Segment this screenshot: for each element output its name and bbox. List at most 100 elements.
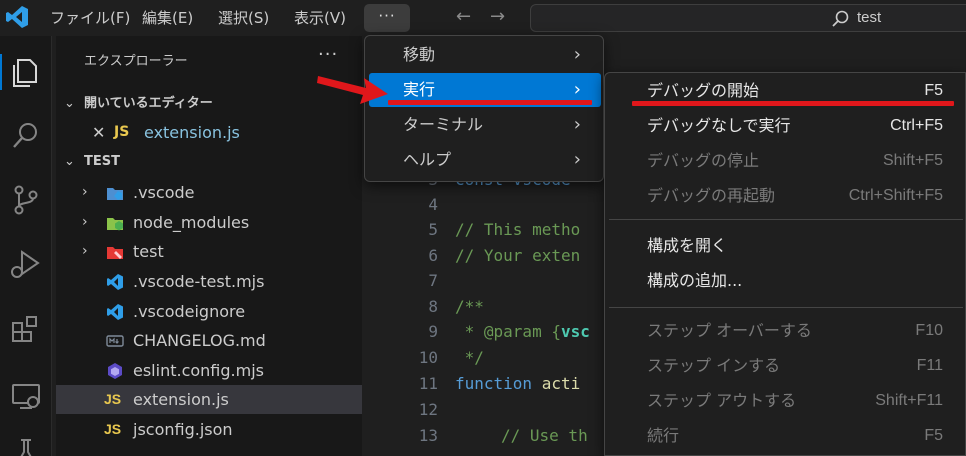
menu-item-label: 続行 (647, 426, 680, 445)
menu-item-label: デバッグの再起動 (647, 186, 776, 205)
line-number: 11 (418, 374, 438, 393)
close-icon[interactable]: ✕ (92, 118, 105, 147)
menu-item-label: ヘルプ (403, 150, 452, 169)
command-center-search[interactable]: test (530, 4, 966, 32)
menu-separator (609, 307, 963, 308)
open-editor-filename: extension.js (144, 123, 240, 142)
chevron-right-icon: › (573, 149, 581, 170)
explorer-icon[interactable] (8, 54, 44, 90)
menu-item-help[interactable]: ヘルプ › (369, 143, 601, 177)
tree-item-label: test (133, 242, 164, 261)
menu-item-run-without-debugging[interactable]: デバッグなしで実行 Ctrl+F5 (609, 109, 959, 143)
menu-item-label: 移動 (403, 45, 436, 64)
annotation-arrow-icon (317, 76, 388, 104)
chevron-down-icon: ⌄ (64, 154, 75, 169)
tree-item-vscode-folder[interactable]: › .vscode (56, 178, 362, 207)
tree-item-label: eslint.config.mjs (133, 361, 264, 380)
menu-selection[interactable]: 選択(S) (212, 6, 275, 30)
shortcut-key: Shift+F5 (882, 152, 943, 169)
menu-item-label: ステップ インする (647, 356, 781, 375)
node-folder-icon (107, 218, 123, 231)
workspace-label: TEST (84, 154, 120, 169)
menu-item-open-configurations[interactable]: 構成を開く (609, 229, 959, 263)
menu-item-continue: 続行 F5 (609, 419, 959, 453)
line-number: 10 (418, 348, 438, 367)
tree-item-eslint-config[interactable]: eslint.config.mjs (56, 356, 362, 385)
keyword: function (455, 374, 542, 393)
source-control-icon[interactable] (8, 182, 44, 218)
tree-item-label: node_modules (133, 213, 250, 232)
menu-item-terminal[interactable]: ターミナル › (369, 108, 601, 142)
code-line: // Your exten (455, 246, 581, 265)
line-number: 5 (428, 220, 438, 239)
line-number: 4 (428, 195, 438, 214)
eslint-file-icon (108, 363, 122, 379)
sidebar-more-button[interactable]: ··· (318, 44, 338, 65)
workspace-header[interactable]: ⌄ TEST (56, 149, 362, 175)
annotation-underline (388, 100, 592, 105)
menu-edit[interactable]: 編集(E) (136, 6, 199, 30)
menu-view[interactable]: 表示(V) (288, 6, 352, 30)
shortcut-key: Ctrl+Shift+F5 (848, 187, 943, 204)
active-indicator (0, 54, 2, 90)
chevron-down-icon: ⌄ (64, 96, 75, 111)
code-line: * @param {vsc (455, 322, 590, 341)
menu-item-label: ステップ オーバーする (647, 321, 812, 340)
chevron-right-icon: › (82, 214, 88, 230)
menu-file[interactable]: ファイル(F) (44, 6, 136, 30)
function-name: acti (541, 374, 581, 393)
code-line: // Use th (501, 426, 588, 445)
code-line: */ (455, 348, 484, 367)
testing-icon[interactable] (8, 436, 44, 456)
menu-item-label: 構成を開く (647, 236, 728, 255)
shortcut-key: F10 (915, 322, 943, 339)
tree-item-vscodeignore[interactable]: .vscodeignore (56, 297, 362, 326)
menu-item-add-configuration[interactable]: 構成の追加... (609, 264, 959, 298)
tree-item-vscode-test-mjs[interactable]: .vscode-test.mjs (56, 267, 362, 296)
menu-item-go[interactable]: 移動 › (369, 38, 601, 72)
back-arrow-icon[interactable]: ← (456, 6, 471, 28)
forward-arrow-icon[interactable]: → (490, 6, 505, 28)
search-icon (832, 10, 849, 27)
menu-item-step-into: ステップ インする F11 (609, 349, 959, 383)
shortcut-key: F5 (924, 427, 943, 444)
run-debug-icon[interactable] (8, 246, 44, 282)
tree-item-label: extension.js (133, 390, 229, 409)
menu-separator (609, 219, 963, 220)
vscode-file-icon (107, 304, 123, 320)
tree-item-label: .vscodeignore (133, 302, 246, 321)
line-number: 8 (428, 297, 438, 316)
menu-item-label: ステップ アウトする (647, 391, 797, 410)
jsdoc-type: vsc (560, 322, 590, 341)
vscode-folder-icon (107, 188, 123, 200)
chevron-right-icon: › (82, 243, 88, 259)
shortcut-key: Ctrl+F5 (890, 117, 943, 134)
search-text: test (857, 9, 882, 26)
json-config-icon: JS (104, 421, 122, 437)
code-line: /** (455, 297, 484, 316)
tree-item-extension-js[interactable]: JS extension.js (56, 385, 362, 414)
activity-bar (0, 36, 52, 456)
search-icon[interactable] (8, 118, 44, 154)
menu-item-label: 構成の追加... (647, 271, 743, 290)
tree-item-label: CHANGELOG.md (133, 331, 266, 350)
open-editors-label: 開いているエディター (84, 96, 213, 111)
shortcut-key: F11 (916, 357, 943, 374)
more-menus-button[interactable]: ··· (364, 4, 410, 32)
title-bar: ファイル(F) 編集(E) 選択(S) 表示(V) ··· ← → test (0, 0, 966, 36)
open-editor-item[interactable]: ✕ JS extension.js (56, 118, 362, 147)
overflow-menu: 移動 › 実行 › ターミナル › ヘルプ › (364, 35, 604, 182)
js-file-icon: JS (114, 124, 130, 140)
tree-item-changelog[interactable]: CHANGELOG.md (56, 326, 362, 355)
tree-item-node-modules[interactable]: › node_modules (56, 208, 362, 237)
chevron-right-icon: › (82, 184, 88, 200)
tree-item-test-folder[interactable]: › test (56, 237, 362, 266)
line-number: 13 (418, 426, 438, 445)
extensions-icon[interactable] (8, 312, 44, 348)
line-number: 6 (428, 246, 438, 265)
menu-item-restart-debugging: デバッグの再起動 Ctrl+Shift+F5 (609, 179, 959, 213)
tree-item-label: .vscode (133, 183, 195, 202)
js-file-icon: JS (104, 391, 122, 407)
remote-explorer-icon[interactable] (8, 378, 44, 414)
tree-item-jsconfig[interactable]: JS jsconfig.json (56, 415, 362, 444)
